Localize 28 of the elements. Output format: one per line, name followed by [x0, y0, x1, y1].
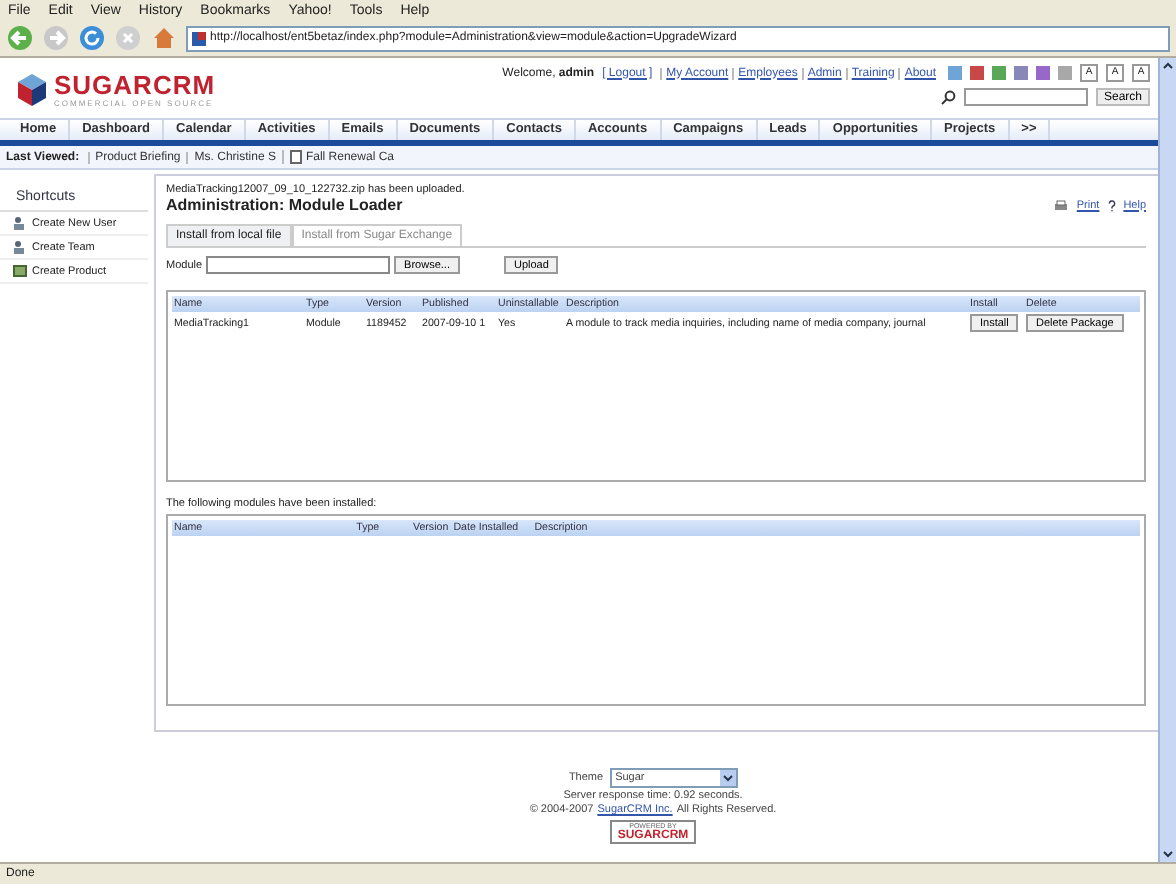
page-title: Administration: Module Loader: [166, 196, 403, 214]
module-file-field[interactable]: [206, 256, 391, 274]
home-icon[interactable]: [150, 24, 178, 52]
document-icon: [289, 150, 302, 164]
theme-swatch[interactable]: [970, 66, 984, 80]
theme-swatch[interactable]: [948, 66, 962, 80]
cube-logo-icon: [16, 72, 48, 108]
scroll-up-icon[interactable]: [1160, 58, 1176, 74]
reload-icon[interactable]: [78, 24, 106, 52]
user-icon: [12, 216, 28, 230]
team-icon: [12, 240, 28, 254]
stop-icon[interactable]: [114, 24, 142, 52]
back-arrow-icon[interactable]: [6, 24, 34, 52]
theme-swatch[interactable]: [992, 66, 1006, 80]
printer-icon: [1054, 199, 1069, 211]
page-favicon-icon: [192, 31, 206, 45]
search-icon: [939, 89, 956, 105]
scrollbar[interactable]: [1158, 58, 1176, 862]
box-icon: [12, 264, 28, 278]
search-field[interactable]: [963, 88, 1088, 106]
help-icon: [1107, 199, 1116, 211]
scroll-down-icon[interactable]: [1160, 846, 1176, 862]
theme-swatch[interactable]: [1058, 66, 1072, 80]
dropdown-arrow-icon: [719, 770, 736, 787]
logo-text: SUGARCRM: [54, 73, 216, 97]
forward-arrow-icon[interactable]: [42, 24, 70, 52]
theme-swatch[interactable]: [1014, 66, 1028, 80]
theme-swatch[interactable]: [1036, 66, 1050, 80]
